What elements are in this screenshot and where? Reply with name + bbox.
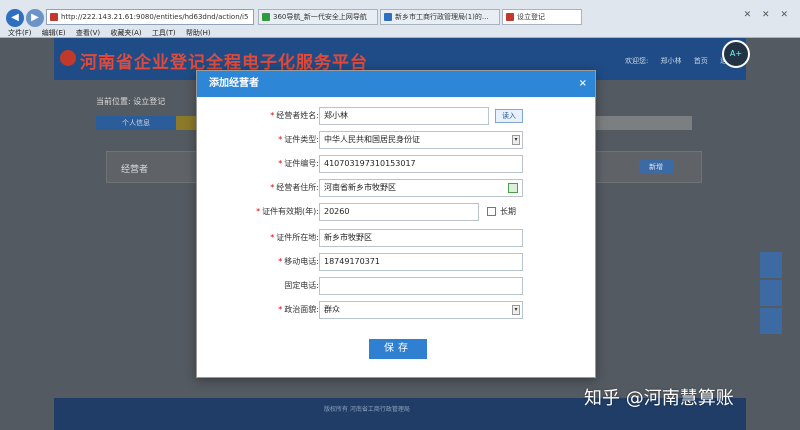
header-links[interactable]: 欢迎您: 郑小林 首页 退出 (625, 56, 734, 66)
menu-help[interactable]: 帮助(H) (186, 29, 211, 37)
add-operator-button[interactable]: 新增 (639, 160, 673, 174)
site-favicon-icon (50, 13, 58, 21)
side-widget-3[interactable] (760, 308, 782, 334)
validity-input[interactable]: 20260 (319, 203, 479, 221)
row-id-type: * 证件类型: 中华人民共和国居民身份证 ▾ (197, 131, 597, 149)
read-button[interactable]: 读入 (495, 109, 523, 123)
dialog-title: 添加经营者 (209, 78, 259, 89)
address-input[interactable]: 河南省新乡市牧野区 (319, 179, 523, 197)
menu-edit[interactable]: 编辑(E) (42, 29, 66, 37)
row-validity: * 证件有效期(年): 20260 长期 (197, 203, 597, 221)
address-label: * 经营者住所: (270, 183, 319, 192)
id-location-label: * 证件所在地: (270, 233, 319, 242)
badge-icon: A+ (722, 40, 750, 68)
browser-chrome: ◀ ▶ http://222.143.21.61:9080/entities/h… (0, 0, 800, 38)
mobile-label: * 移动电话: (278, 257, 319, 266)
tab-label: 360导航_新一代安全上网导航 (273, 13, 367, 21)
menu-file[interactable]: 文件(F) (8, 29, 32, 37)
forward-arrow-icon[interactable]: ▶ (26, 9, 44, 27)
side-widget-2[interactable] (760, 280, 782, 306)
step-1: 个人信息 (96, 116, 176, 130)
chevron-down-icon[interactable]: ▾ (512, 135, 520, 145)
tab-favicon-icon (262, 13, 270, 21)
menu-tools[interactable]: 工具(T) (152, 29, 176, 37)
long-term-checkbox[interactable] (487, 207, 496, 216)
emblem-icon (60, 50, 76, 66)
dialog-header: 添加经营者 × (197, 71, 595, 97)
id-location-input[interactable]: 新乡市牧野区 (319, 229, 523, 247)
browser-tab-register[interactable]: 设立登记 (502, 9, 582, 25)
mobile-input[interactable]: 18749170371 (319, 253, 523, 271)
name-input[interactable]: 郑小林 (319, 107, 489, 125)
browser-tab-360[interactable]: 360导航_新一代安全上网导航 (258, 9, 378, 25)
address-bar[interactable]: http://222.143.21.61:9080/entities/hd63d… (46, 9, 254, 25)
chevron-down-icon[interactable]: ▾ (512, 305, 520, 315)
address-text: http://222.143.21.61:9080/entities/hd63d… (61, 13, 249, 21)
row-id-location: * 证件所在地: 新乡市牧野区 (197, 229, 597, 247)
row-name: * 经营者姓名: 郑小林 读入 (197, 107, 597, 125)
id-type-label: * 证件类型: (278, 135, 319, 144)
browser-tab-gongshang[interactable]: 新乡市工商行政管理局(1)的... (380, 9, 500, 25)
tab-favicon-icon (384, 13, 392, 21)
side-widget-1[interactable] (760, 252, 782, 278)
row-address: * 经营者住所: 河南省新乡市牧野区 (197, 179, 597, 197)
breadcrumb: 当前位置: 设立登记 (96, 97, 166, 106)
id-number-label: * 证件编号: (278, 159, 319, 168)
landline-input[interactable] (319, 277, 523, 295)
validity-label: * 证件有效期(年): (256, 207, 319, 216)
footer-text: 版权所有 河南省工商行政管理局 (324, 406, 410, 413)
row-mobile: * 移动电话: 18749170371 (197, 253, 597, 271)
tab-label: 新乡市工商行政管理局(1)的... (395, 13, 489, 21)
close-icon[interactable]: × (579, 71, 587, 97)
long-term-label: 长期 (500, 207, 516, 216)
watermark: 知乎 @河南慧算账 (584, 388, 734, 409)
name-label: * 经营者姓名: (270, 111, 319, 120)
tab-favicon-icon (506, 13, 514, 21)
political-label: * 政治面貌: (278, 305, 319, 314)
id-type-select[interactable]: 中华人民共和国居民身份证 ▾ (319, 131, 523, 149)
save-button[interactable]: 保存 (369, 339, 427, 359)
landline-label: 固定电话: (284, 281, 319, 290)
id-number-input[interactable]: 410703197310153017 (319, 155, 523, 173)
menu-bar: 文件(F) 编辑(E) 查看(V) 收藏夹(A) 工具(T) 帮助(H) (0, 28, 800, 38)
edit-icon[interactable] (508, 183, 518, 193)
tab-label: 设立登记 (517, 13, 545, 21)
row-id-number: * 证件编号: 410703197310153017 (197, 155, 597, 173)
political-select[interactable]: 群众 ▾ (319, 301, 523, 319)
window-controls[interactable]: ✕ ✕ ✕ (744, 10, 792, 20)
add-operator-dialog: 添加经营者 × * 经营者姓名: 郑小林 读入 * 证件类型: 中华人民共和国居民身… (196, 70, 596, 378)
menu-favorites[interactable]: 收藏夹(A) (110, 29, 141, 37)
menu-view[interactable]: 查看(V) (76, 29, 100, 37)
panel-label: 经营者 (121, 165, 149, 175)
row-political: * 政治面貌: 群众 ▾ (197, 301, 597, 319)
back-arrow-icon[interactable]: ◀ (6, 9, 24, 27)
row-landline: 固定电话: (197, 277, 597, 295)
